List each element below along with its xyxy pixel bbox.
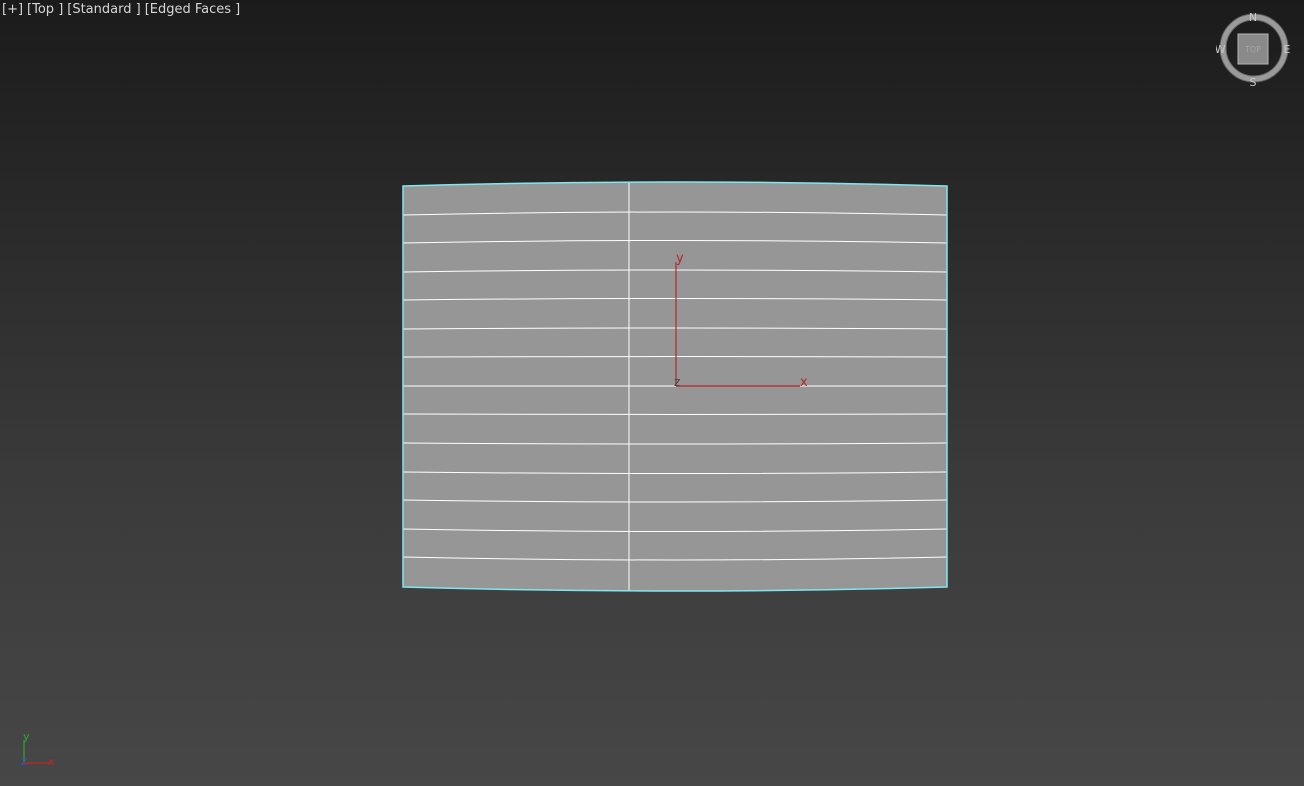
tripod-y-label: y xyxy=(23,730,30,743)
compass-west[interactable]: W xyxy=(1216,43,1226,56)
compass-north[interactable]: N xyxy=(1249,11,1257,24)
viewport-canvas[interactable]: y x z xyxy=(0,0,1304,786)
viewcube-face-label: TOP xyxy=(1244,45,1261,54)
gizmo-x-label: x xyxy=(800,375,808,390)
gizmo-z-label: z xyxy=(674,375,680,389)
tripod-z-label: z xyxy=(21,755,27,768)
axis-tripod-icon: y x z xyxy=(21,730,55,768)
viewcube-compass-icon[interactable]: TOP N S E W xyxy=(1216,10,1292,86)
gizmo-y-label: y xyxy=(676,251,684,266)
compass-east[interactable]: E xyxy=(1284,43,1291,56)
tripod-x-label: x xyxy=(48,755,55,768)
compass-south[interactable]: S xyxy=(1250,76,1257,86)
